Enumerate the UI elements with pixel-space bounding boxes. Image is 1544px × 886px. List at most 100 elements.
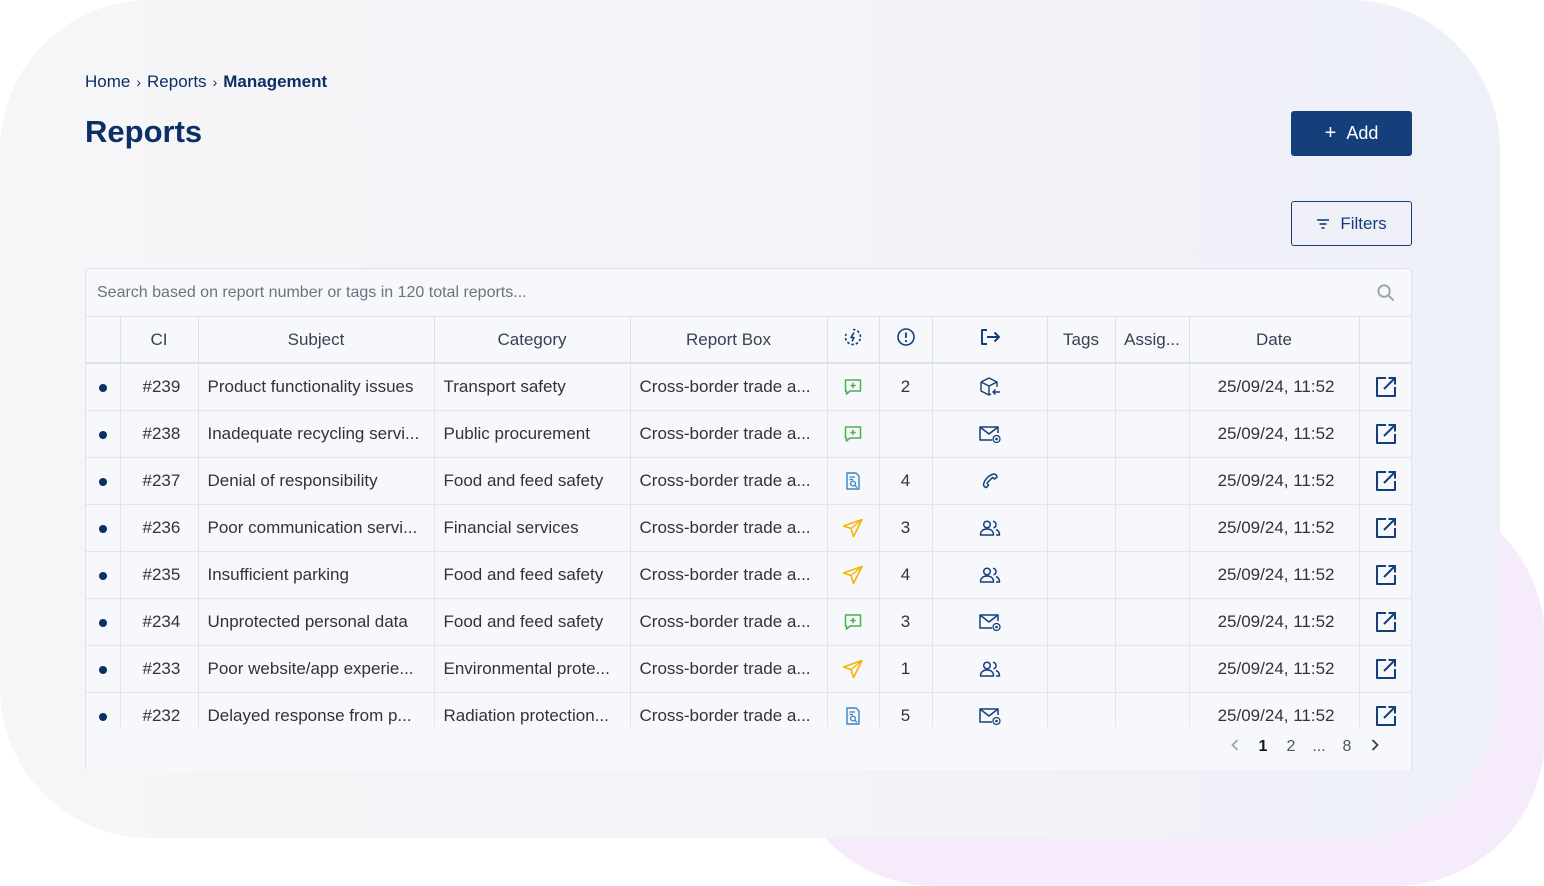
row-status: [827, 363, 880, 411]
row-count: 3: [879, 504, 933, 552]
row-assignee: [1115, 457, 1190, 505]
pagination-page-2[interactable]: 2: [1277, 738, 1305, 756]
row-channel: [932, 457, 1048, 505]
table-row[interactable]: #236 Poor communication servi... Financial…: [86, 504, 1411, 552]
phone-icon: [982, 473, 998, 489]
row-subject: Denial of responsibility: [198, 457, 435, 505]
column-header-tags[interactable]: Tags: [1047, 317, 1116, 364]
column-header-assignee[interactable]: Assig...: [1115, 317, 1190, 364]
message-plus-icon: [844, 426, 862, 442]
package-return-icon: [979, 377, 1000, 396]
pagination: 1 2... 8: [1221, 724, 1389, 770]
row-category: Public procurement: [434, 410, 631, 458]
pagination-page-8[interactable]: 8: [1333, 738, 1361, 756]
pagination-page-1[interactable]: 1: [1249, 738, 1277, 756]
row-assignee: [1115, 504, 1190, 552]
row-date: 25/09/24, 11:52: [1189, 457, 1360, 505]
search-input[interactable]: [86, 282, 1339, 303]
row-open-button[interactable]: [1359, 504, 1411, 552]
table-scroll-area[interactable]: CI Subject Category Report Box Tags Assi…: [86, 317, 1411, 727]
row-date: 25/09/24, 11:52: [1189, 504, 1360, 552]
chevron-right-icon: ›: [136, 74, 142, 90]
send-icon: [842, 565, 863, 585]
filter-icon: [1317, 218, 1330, 229]
row-category: Environmental prote...: [434, 645, 631, 693]
row-report-box: Cross-border trade a...: [630, 598, 828, 646]
row-channel: [932, 363, 1048, 411]
document-search-icon: [846, 707, 860, 725]
row-count: 1: [879, 645, 933, 693]
message-plus-icon: [844, 379, 862, 395]
table-row[interactable]: #233 Poor website/app experie... Environme…: [86, 645, 1411, 693]
chevron-left-icon[interactable]: [1221, 738, 1249, 757]
row-category: Food and feed safety: [434, 551, 631, 599]
row-open-button[interactable]: [1359, 551, 1411, 599]
breadcrumb-reports[interactable]: Reports: [147, 72, 207, 92]
row-open-button[interactable]: [1359, 363, 1411, 411]
chevron-right-icon: ›: [212, 74, 218, 90]
table-row[interactable]: #234 Unprotected personal data Food and fe…: [86, 598, 1411, 646]
row-subject: Insufficient parking: [198, 551, 435, 599]
row-bullet: [86, 598, 121, 646]
column-header-actions: [1359, 317, 1411, 364]
row-assignee: [1115, 645, 1190, 693]
column-header-date[interactable]: Date: [1189, 317, 1360, 364]
row-date: 25/09/24, 11:52: [1189, 645, 1360, 693]
column-header-subject[interactable]: Subject: [198, 317, 435, 364]
table-header-row: CI Subject Category Report Box Tags Assi…: [86, 317, 1411, 364]
breadcrumb-home[interactable]: Home: [85, 72, 130, 92]
chevron-right-icon[interactable]: [1361, 738, 1389, 757]
filters-button-label: Filters: [1340, 213, 1387, 233]
row-count: 2: [879, 363, 933, 411]
row-open-button[interactable]: [1359, 692, 1411, 727]
open-external-icon: [1375, 471, 1396, 491]
table-row[interactable]: #232 Delayed response from p... Radiation …: [86, 692, 1411, 727]
email-icon: [978, 614, 1001, 632]
row-ci: #236: [120, 504, 199, 552]
table-row[interactable]: #238 Inadequate recycling servi... Public …: [86, 410, 1411, 458]
column-header-report-box[interactable]: Report Box: [630, 317, 828, 364]
row-channel: [932, 410, 1048, 458]
filters-button[interactable]: Filters: [1291, 201, 1412, 246]
row-open-button[interactable]: [1359, 410, 1411, 458]
row-open-button[interactable]: [1359, 598, 1411, 646]
email-icon: [978, 426, 1001, 444]
row-subject: Poor communication servi...: [198, 504, 435, 552]
column-header-category[interactable]: Category: [434, 317, 631, 364]
reports-panel: CI Subject Category Report Box: [85, 268, 1412, 770]
column-header-channel[interactable]: [932, 317, 1048, 364]
row-status: [827, 504, 880, 552]
row-date: 25/09/24, 11:52: [1189, 363, 1360, 411]
row-bullet: [86, 645, 121, 693]
row-open-button[interactable]: [1359, 645, 1411, 693]
table-row[interactable]: #239 Product functionality issues Transpor…: [86, 363, 1411, 411]
open-external-icon: [1375, 659, 1396, 679]
row-subject: Unprotected personal data: [198, 598, 435, 646]
column-header-status[interactable]: [827, 317, 880, 364]
pagination-ellipsis: ...: [1312, 738, 1326, 755]
row-category: Food and feed safety: [434, 598, 631, 646]
column-header-select: [86, 317, 121, 364]
search-icon[interactable]: [1376, 283, 1395, 302]
row-report-box: Cross-border trade a...: [630, 551, 828, 599]
row-assignee: [1115, 410, 1190, 458]
row-subject: Poor website/app experie...: [198, 645, 435, 693]
row-status: [827, 551, 880, 599]
table-row[interactable]: #237 Denial of responsibility Food and fee…: [86, 457, 1411, 505]
add-button[interactable]: + Add: [1291, 111, 1412, 156]
row-assignee: [1115, 598, 1190, 646]
main-card: Home › Reports › Management Reports + Ad…: [0, 0, 1500, 838]
row-open-button[interactable]: [1359, 457, 1411, 505]
row-bullet: [86, 504, 121, 552]
column-header-priority[interactable]: [879, 317, 933, 364]
email-icon: [978, 708, 1001, 726]
row-ci: #239: [120, 363, 199, 411]
row-report-box: Cross-border trade a...: [630, 410, 828, 458]
row-subject: Delayed response from p...: [198, 692, 435, 727]
row-ci: #235: [120, 551, 199, 599]
table-row[interactable]: #235 Insufficient parking Food and feed sa…: [86, 551, 1411, 599]
row-ci: #233: [120, 645, 199, 693]
column-header-ci[interactable]: CI: [120, 317, 199, 364]
row-bullet: [86, 692, 121, 727]
users-icon: [979, 520, 1000, 536]
